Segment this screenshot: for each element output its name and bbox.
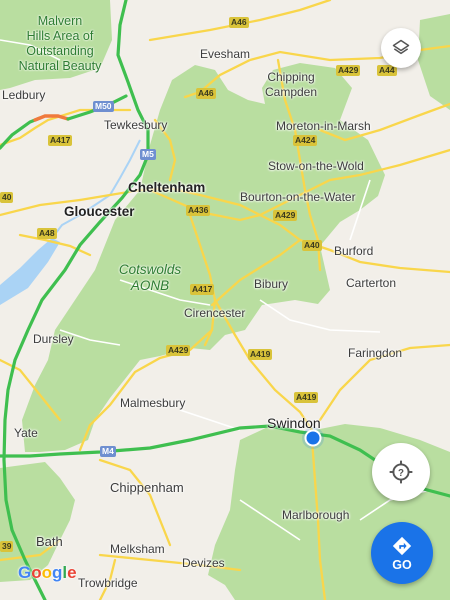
place-label-stow-on-the-wold[interactable]: Stow-on-the-Wold (268, 159, 364, 173)
place-label-devizes[interactable]: Devizes (182, 556, 225, 570)
road-shield: A436 (186, 205, 211, 216)
place-label-bourton-on-the-water[interactable]: Bourton-on-the-Water (240, 190, 356, 204)
road-shield: A46 (196, 88, 216, 99)
logo-letter: e (67, 563, 77, 582)
google-logo: Google (18, 563, 77, 583)
road-shield: A429 (166, 345, 191, 356)
svg-text:?: ? (398, 468, 404, 479)
place-label-cheltenham[interactable]: Cheltenham (128, 180, 205, 195)
place-label-bibury[interactable]: Bibury (254, 277, 288, 291)
road-shield: M4 (100, 446, 116, 457)
place-label-gloucester[interactable]: Gloucester (64, 204, 135, 219)
place-label-dursley[interactable]: Dursley (33, 332, 74, 346)
place-label-text: Chipping Campden (265, 70, 318, 99)
road-shield: A46 (229, 17, 249, 28)
go-directions-button[interactable]: GO (371, 522, 433, 584)
area-label-cotswolds: Cotswolds AONB (110, 262, 190, 294)
road-shield: A48 (37, 228, 57, 239)
road-shield: M50 (93, 101, 114, 112)
logo-letter: g (52, 563, 63, 582)
my-location-button[interactable]: ? (372, 443, 430, 501)
place-label-melksham[interactable]: Melksham (110, 542, 165, 556)
place-label-bath[interactable]: Bath (36, 534, 63, 549)
area-label-line: Natural Beauty (18, 59, 102, 73)
logo-letter: o (31, 563, 42, 582)
area-label-line: Cotswolds (118, 262, 182, 277)
road-shield: A40 (302, 240, 322, 251)
place-label-yate[interactable]: Yate (14, 426, 38, 440)
place-label-tewkesbury[interactable]: Tewkesbury (104, 118, 167, 132)
place-label-ledbury[interactable]: Ledbury (2, 88, 45, 102)
place-label-burford[interactable]: Burford (334, 244, 373, 258)
area-label-line: Malvern (37, 14, 83, 28)
layers-button[interactable] (381, 28, 421, 68)
directions-icon (392, 536, 412, 555)
go-label: GO (392, 557, 412, 572)
road-shield: A417 (190, 284, 215, 295)
road-shield: A429 (273, 210, 298, 221)
place-label-chipping-campden[interactable]: Chipping Campden (265, 70, 317, 100)
place-label-carterton[interactable]: Carterton (346, 276, 396, 290)
road-shield: 40 (0, 192, 14, 203)
place-label-moreton-in-marsh[interactable]: Moreton-in-Marsh (276, 119, 371, 133)
road-shield: A417 (48, 135, 73, 146)
place-label-marlborough[interactable]: Marlborough (282, 508, 349, 522)
place-label-evesham[interactable]: Evesham (200, 47, 250, 61)
my-location-icon: ? (389, 460, 413, 484)
road-shield: A419 (248, 349, 273, 360)
road-shield: 39 (0, 541, 14, 552)
road-shield: A419 (294, 392, 319, 403)
layers-icon (392, 39, 410, 55)
place-label-trowbridge[interactable]: Trowbridge (78, 576, 138, 590)
area-label-line: Hills Area of (26, 29, 94, 43)
logo-letter: G (18, 563, 32, 582)
area-label-malvern: Malvern Hills Area of Outstanding Natura… (12, 14, 108, 74)
place-label-swindon[interactable]: Swindon (267, 415, 321, 431)
area-label-line: Outstanding (26, 44, 94, 58)
place-label-malmesbury[interactable]: Malmesbury (120, 396, 185, 410)
road-shield: A429 (336, 65, 361, 76)
map-canvas[interactable] (0, 0, 450, 600)
logo-letter: o (41, 563, 53, 582)
place-label-chippenham[interactable]: Chippenham (110, 480, 184, 495)
area-label-line: AONB (130, 278, 170, 293)
place-label-cirencester[interactable]: Cirencester (184, 306, 245, 320)
place-label-faringdon[interactable]: Faringdon (348, 346, 402, 360)
road-shield: M5 (140, 149, 156, 160)
road-shield: A424 (293, 135, 318, 146)
